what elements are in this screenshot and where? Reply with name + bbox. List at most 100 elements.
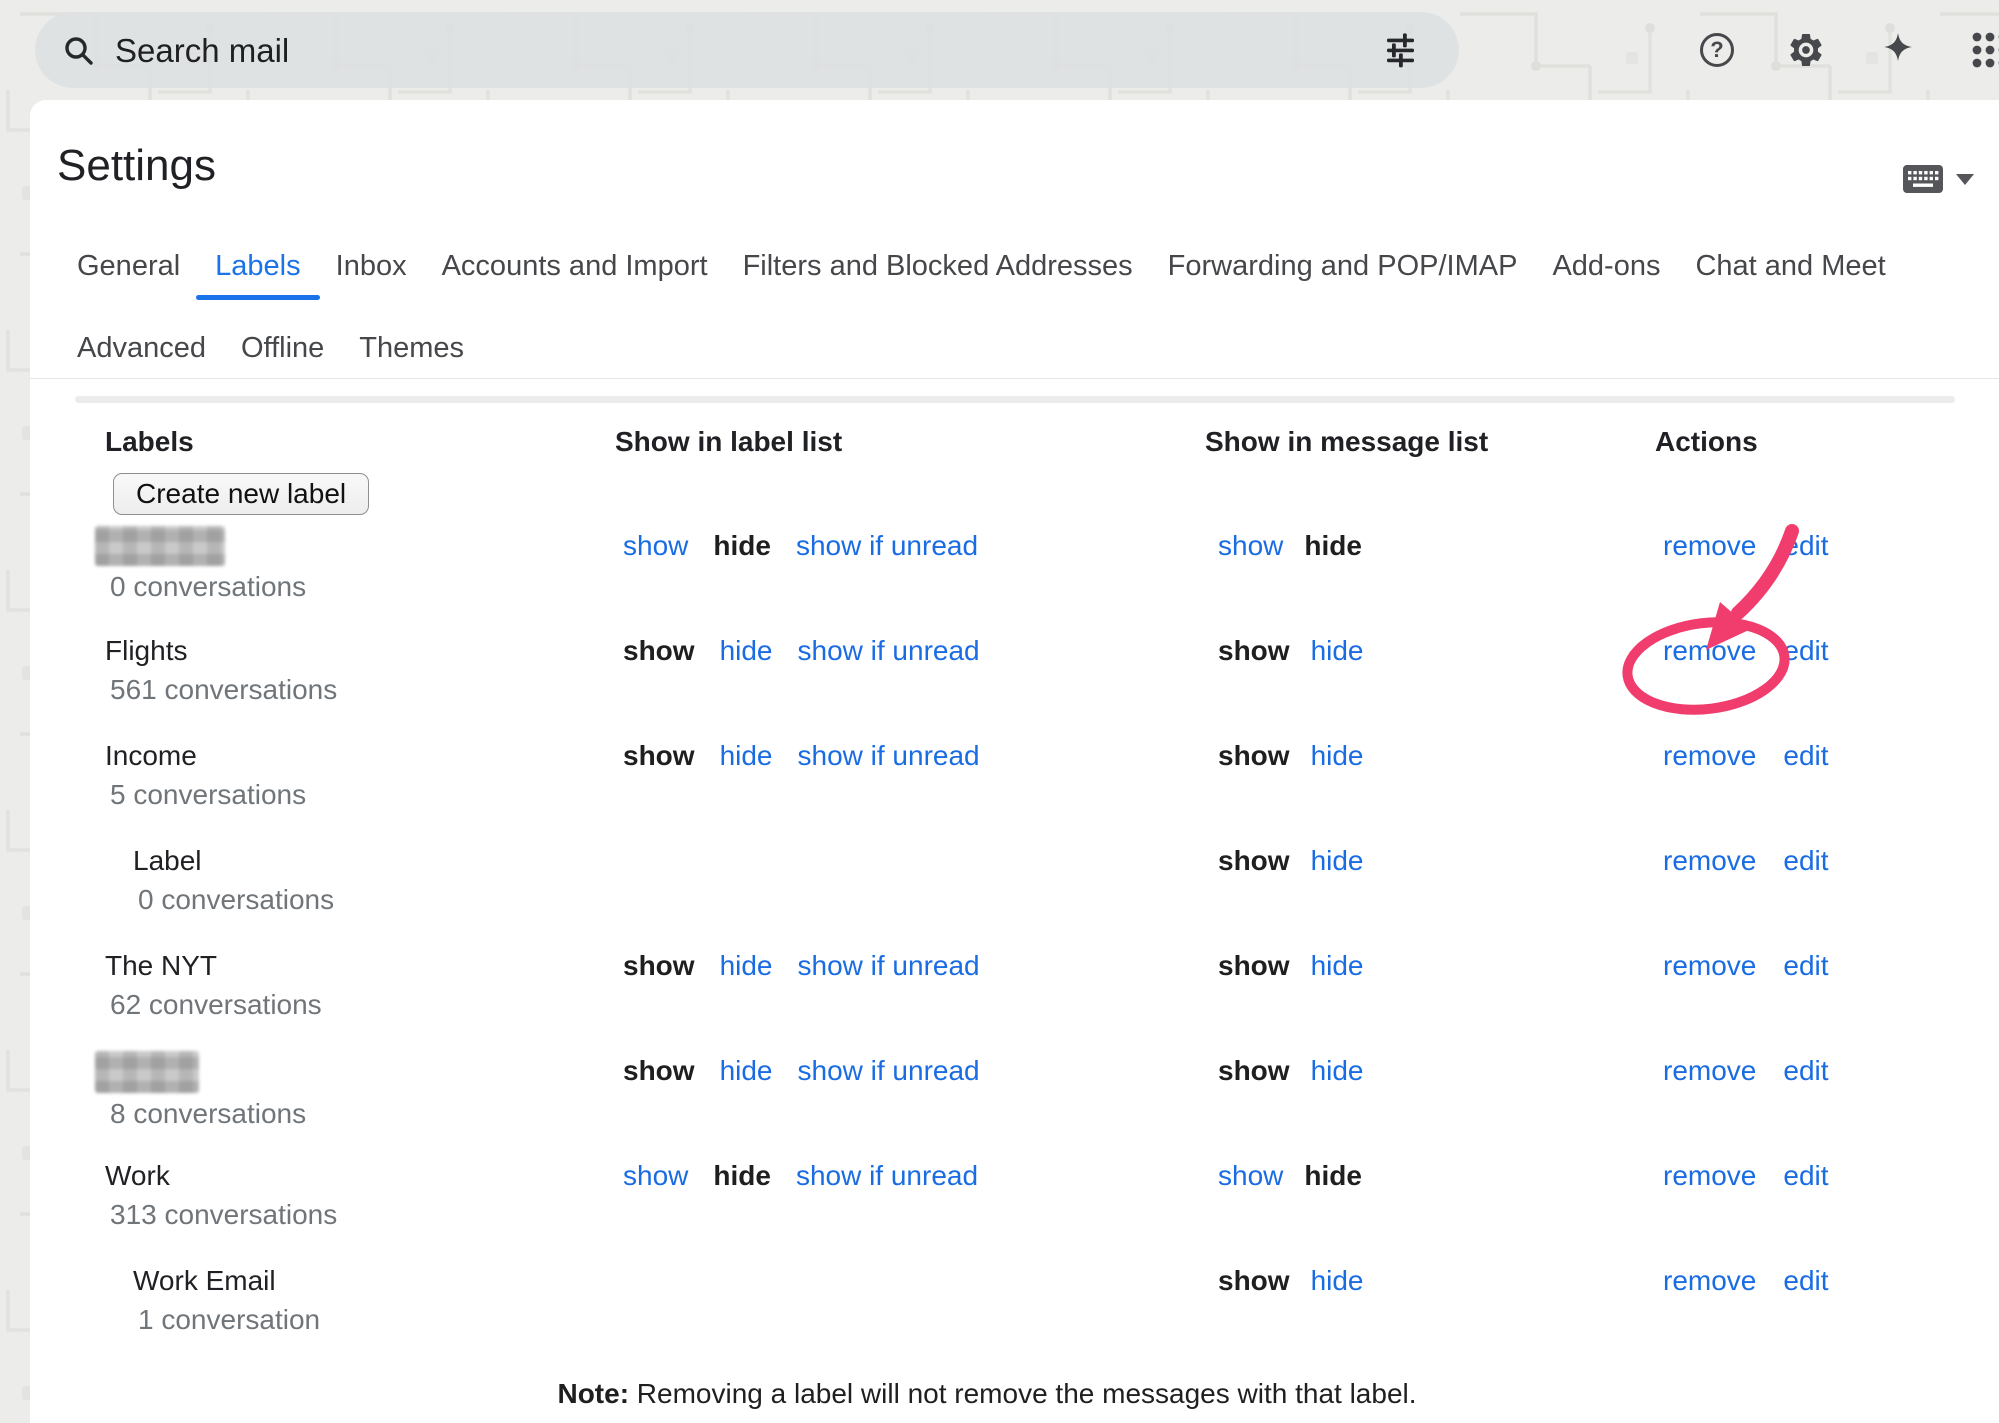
tab-filters-and-blocked-addresses[interactable]: Filters and Blocked Addresses (743, 250, 1133, 282)
edit-link-flights[interactable]: edit (1783, 633, 1828, 669)
remove-link-flights[interactable]: remove (1663, 633, 1756, 669)
hide-state-work: hide (1304, 1158, 1362, 1194)
controls: show hide (1205, 1158, 1655, 1194)
edit-link-row1[interactable]: edit (1783, 528, 1828, 564)
tab-add-ons[interactable]: Add-ons (1552, 250, 1660, 282)
show-if-unread-link-work[interactable]: show if unread (796, 1158, 978, 1194)
edit-link-row6[interactable]: edit (1783, 1053, 1828, 1089)
redacted-label-name (95, 526, 225, 566)
label-name: The NYT (105, 948, 615, 984)
sparkle-icon[interactable] (1878, 30, 1918, 70)
controls: show hide show if unread (615, 528, 1205, 564)
label-row-work-email: Work Email 1 conversation showhideremove ed… (30, 1263, 1944, 1368)
label-row-the-nyt: The NYT 62 conversations show hide show if u… (30, 948, 1944, 1053)
edit-link-label[interactable]: edit (1783, 843, 1828, 879)
tab-forwarding-and-pop-imap[interactable]: Forwarding and POP/IMAP (1168, 250, 1518, 282)
remove-link-the-nyt[interactable]: remove (1663, 948, 1756, 984)
hide-link-row6[interactable]: hide (1311, 1053, 1364, 1089)
tab-offline[interactable]: Offline (241, 332, 324, 364)
tab-advanced[interactable]: Advanced (77, 332, 206, 364)
remove-link-work[interactable]: remove (1663, 1158, 1756, 1194)
tab-labels[interactable]: Labels (215, 250, 300, 282)
create-new-label-button[interactable]: Create new label (113, 473, 369, 515)
controls: remove edit (1655, 1053, 1944, 1089)
edit-link-the-nyt[interactable]: edit (1783, 948, 1828, 984)
show-if-unread-link-row6[interactable]: show if unread (798, 1053, 980, 1089)
show-state-the-nyt: show (1218, 948, 1290, 984)
show-link-row1[interactable]: show (1218, 528, 1283, 564)
edit-link-work[interactable]: edit (1783, 1158, 1828, 1194)
controls: remove edit (1655, 948, 1944, 984)
help-icon[interactable]: ? (1700, 33, 1734, 67)
conversation-count: 1 conversation (105, 1303, 615, 1337)
controls: showhideshow if unread (615, 633, 1205, 669)
controls: showhideshow if unread (615, 738, 1205, 774)
conversation-count: 5 conversations (105, 778, 615, 812)
redacted-label-name (95, 1051, 199, 1093)
hide-link-flights[interactable]: hide (720, 633, 773, 669)
keyboard-icon (1902, 164, 1944, 194)
tab-general[interactable]: General (77, 250, 180, 282)
controls: show hide (1205, 948, 1655, 984)
section-top-edge (75, 396, 1955, 403)
hide-link-the-nyt[interactable]: hide (720, 948, 773, 984)
show-if-unread-link-flights[interactable]: show if unread (798, 633, 980, 669)
hide-link-income[interactable]: hide (720, 738, 773, 774)
remove-link-label[interactable]: remove (1663, 843, 1756, 879)
controls: showhide (1205, 528, 1655, 564)
label-cell: 0 conversations (105, 528, 615, 604)
hide-link-the-nyt[interactable]: hide (1311, 948, 1364, 984)
tab-themes[interactable]: Themes (359, 332, 464, 364)
search-options-icon[interactable] (1383, 30, 1423, 70)
apps-grid-icon[interactable] (1970, 30, 1999, 70)
controls: showhide (1205, 843, 1655, 879)
controls: showhide (1205, 1053, 1655, 1089)
edit-link-income[interactable]: edit (1783, 738, 1828, 774)
show-link-work[interactable]: show (1218, 1158, 1283, 1194)
label-name: Flights (105, 633, 615, 669)
label-row-work: Work313 conversationsshowhideshow if unr… (30, 1158, 1944, 1263)
conversation-count: 8 conversations (105, 1097, 615, 1131)
tab-chat-and-meet[interactable]: Chat and Meet (1695, 250, 1885, 282)
conversation-count: 313 conversations (105, 1198, 615, 1232)
show-link-work[interactable]: show (623, 1158, 688, 1194)
search-input[interactable] (113, 12, 1317, 90)
show-if-unread-link-row1[interactable]: show if unread (796, 528, 978, 564)
remove-link-income[interactable]: remove (1663, 738, 1756, 774)
hide-link-row6[interactable]: hide (720, 1053, 773, 1089)
chevron-down-icon (1956, 174, 1974, 185)
label-cell: Work Email 1 conversation (105, 1263, 615, 1337)
label-name: Work Email (105, 1263, 615, 1299)
tab-inbox[interactable]: Inbox (336, 250, 407, 282)
show-if-unread-link-income[interactable]: show if unread (798, 738, 980, 774)
gear-icon[interactable] (1786, 30, 1826, 70)
conversation-count: 561 conversations (105, 673, 615, 707)
remove-link-work-email[interactable]: remove (1663, 1263, 1756, 1299)
labels-table-body: 0 conversationsshowhideshow if unreadsho… (30, 528, 1944, 1368)
hide-link-label[interactable]: hide (1311, 843, 1364, 879)
search-bar[interactable] (35, 12, 1459, 88)
controls: showhideshow if unread (615, 1053, 1205, 1089)
show-if-unread-link-the-nyt[interactable]: show if unread (798, 948, 980, 984)
remove-link-row1[interactable]: remove (1663, 528, 1756, 564)
header-show-in-label-list: Show in label list (615, 426, 1205, 458)
hide-link-work-email[interactable]: hide (1311, 1263, 1364, 1299)
tab-accounts-and-import[interactable]: Accounts and Import (442, 250, 708, 282)
show-link-row1[interactable]: show (623, 528, 688, 564)
hide-link-flights[interactable]: hide (1311, 633, 1364, 669)
header-labels: Labels (105, 426, 615, 458)
controls: showhide (1205, 633, 1655, 669)
conversation-count: 62 conversations (105, 988, 615, 1022)
note-label: Note: (557, 1378, 629, 1409)
hide-state-row1: hide (713, 528, 771, 564)
tabs-divider (30, 378, 1999, 379)
note-text: Removing a label will not remove the mes… (629, 1378, 1417, 1409)
label-row-row1: 0 conversationsshowhideshow if unreadsho… (30, 528, 1944, 633)
controls: showhide (1205, 1263, 1655, 1299)
controls: remove edit (1655, 843, 1944, 879)
remove-link-row6[interactable]: remove (1663, 1053, 1756, 1089)
edit-link-work-email[interactable]: edit (1783, 1263, 1828, 1299)
hide-link-income[interactable]: hide (1311, 738, 1364, 774)
label-row-label: Label0 conversationsshowhideremoveedit (30, 843, 1944, 948)
input-tools-selector[interactable] (1902, 164, 1974, 194)
